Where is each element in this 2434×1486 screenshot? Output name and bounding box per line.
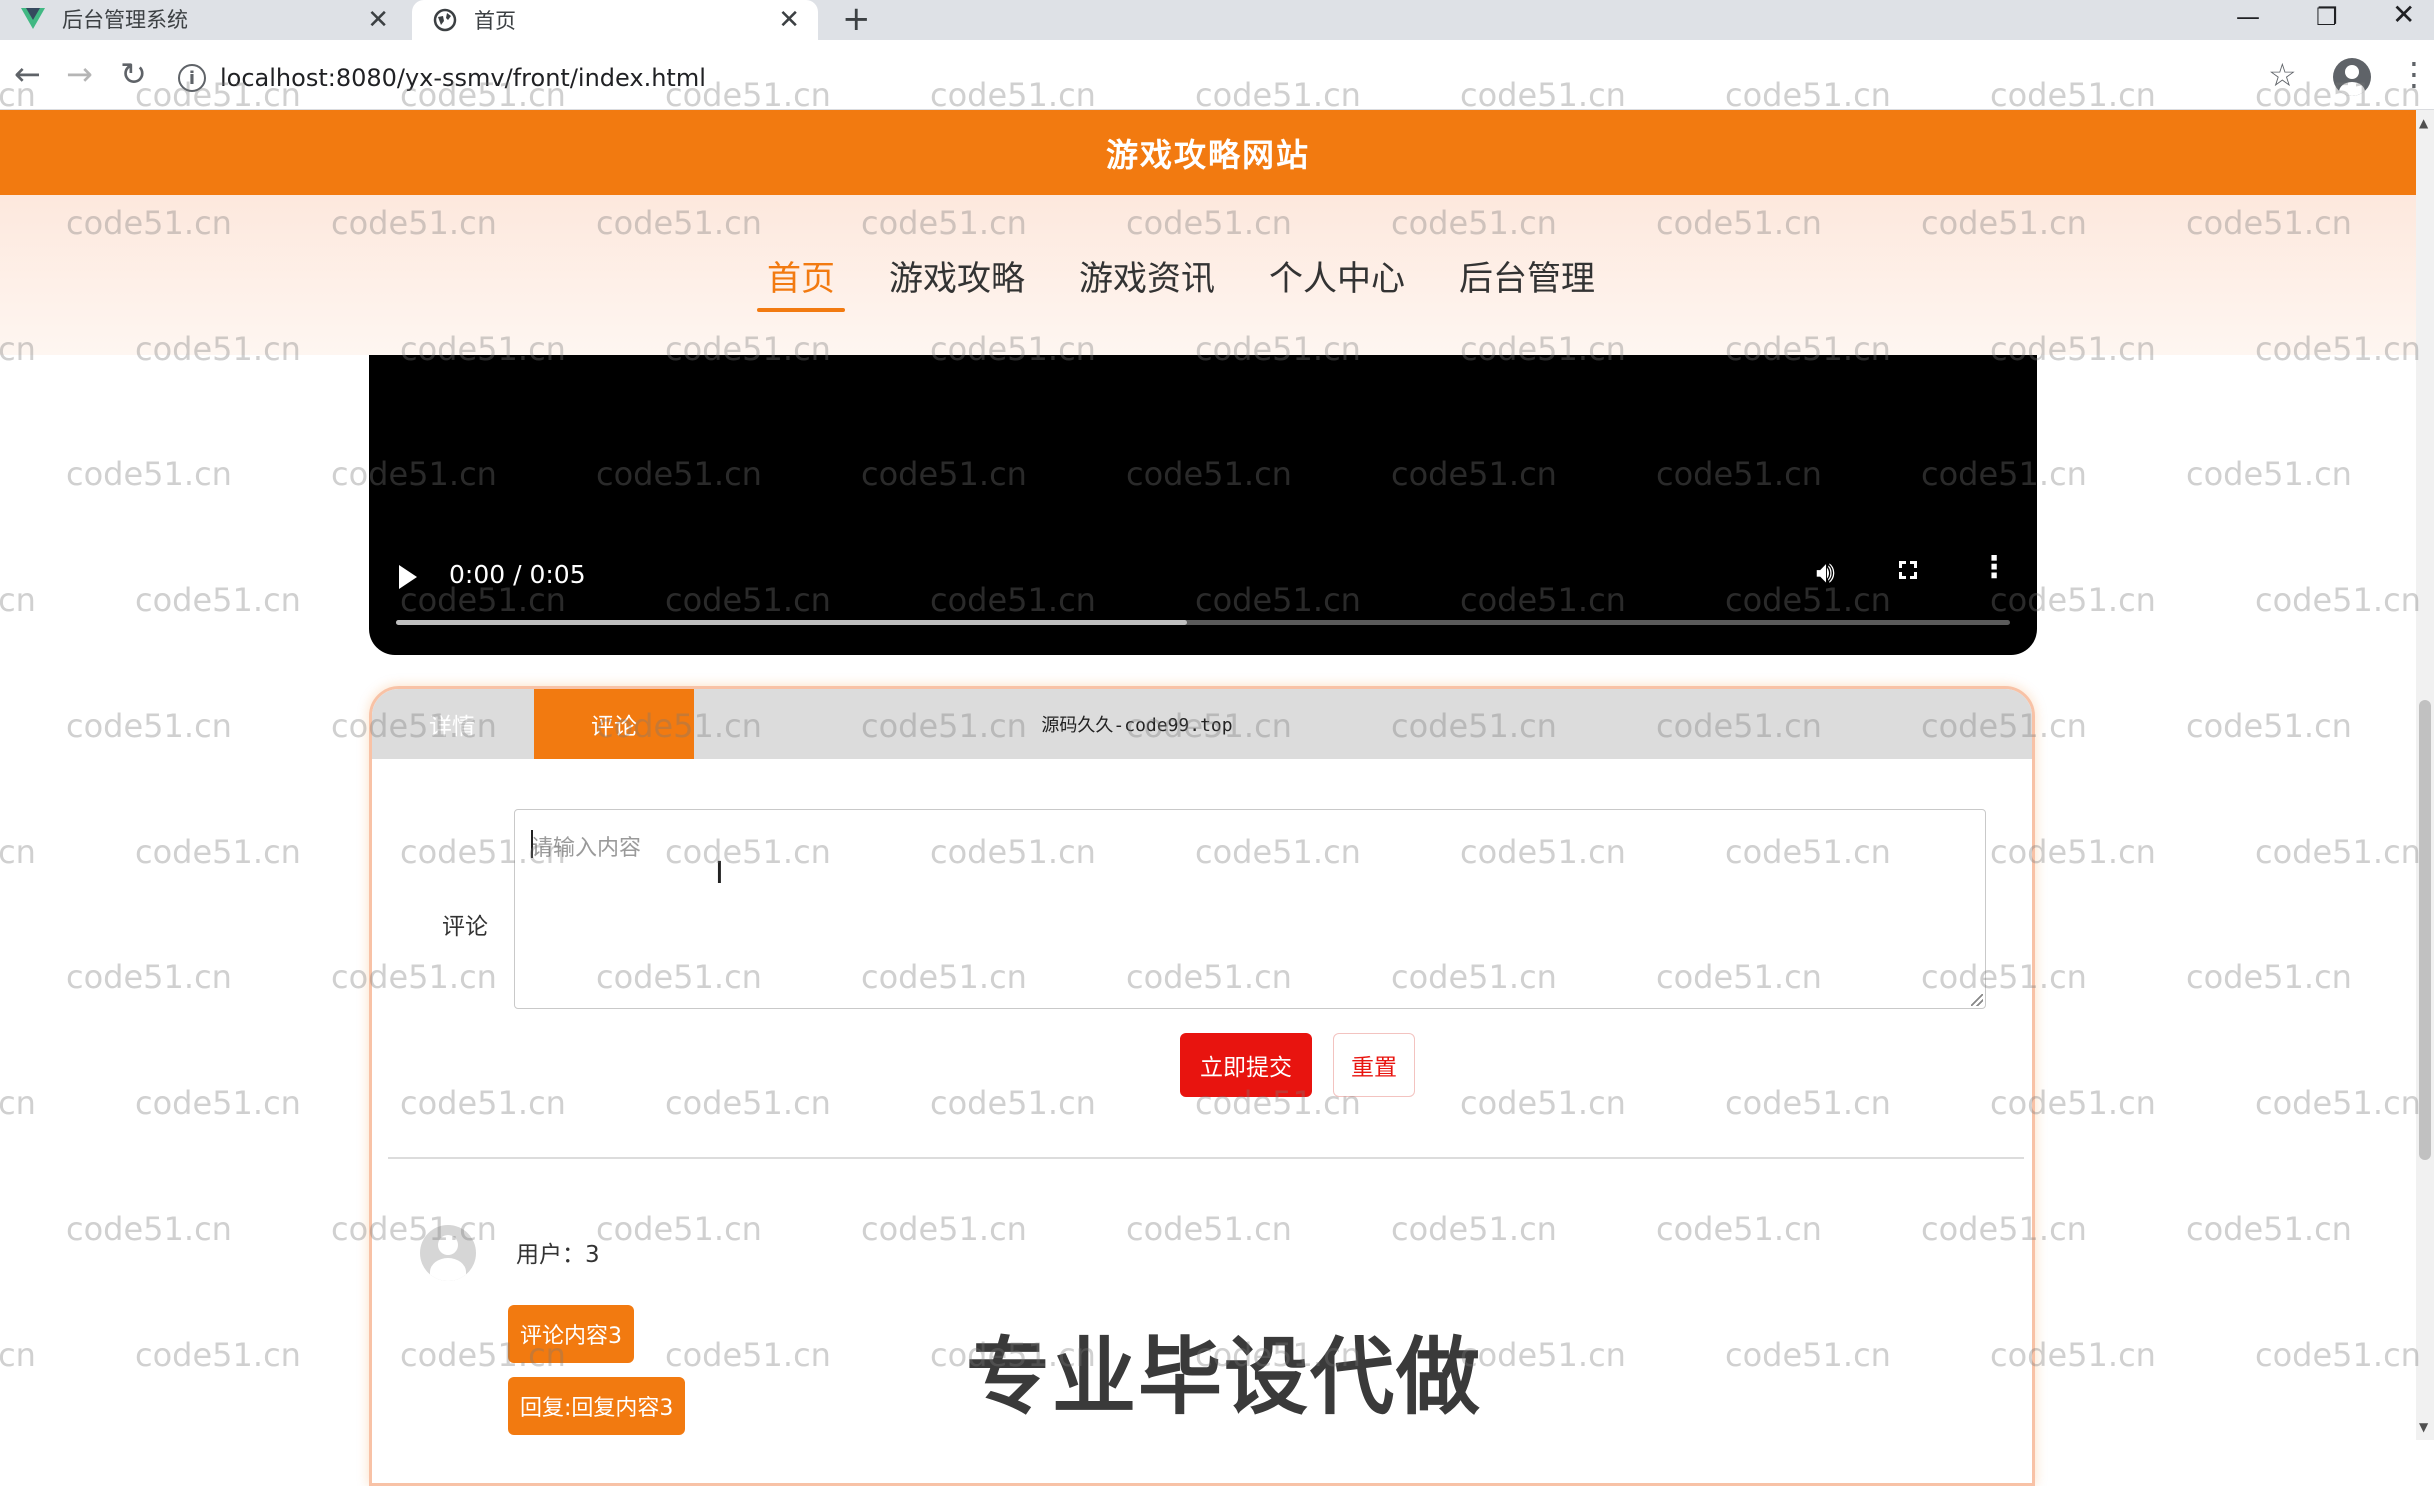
- comment-user: 用户：3: [516, 1242, 600, 1268]
- globe-icon: [432, 7, 458, 33]
- site-header: 游戏攻略网站: [0, 110, 2416, 195]
- main-nav: 首页 游戏攻略 游戏资讯 个人中心 后台管理: [0, 195, 2416, 355]
- play-icon[interactable]: [399, 565, 417, 589]
- scrollbar-thumb[interactable]: [2419, 700, 2431, 1160]
- page: 游戏攻略网站 首页 游戏攻略 游戏资讯 个人中心 后台管理 0:00 / 0:0…: [0, 110, 2416, 1486]
- detail-tabs: 详情 评论 源码久久-code99.top: [372, 689, 2032, 759]
- resize-grip-icon[interactable]: [1971, 994, 1983, 1006]
- divider: [388, 1157, 2024, 1159]
- url-text: localhost:8080/yx-ssmv/front/index.html: [220, 64, 706, 92]
- video-time: 0:00 / 0:05: [449, 560, 586, 589]
- text-cursor-icon: I: [715, 856, 724, 891]
- source-banner: 源码久久-code99.top: [1041, 715, 1233, 736]
- reset-button[interactable]: 重置: [1333, 1033, 1415, 1097]
- nav-personal-center[interactable]: 个人中心: [1267, 251, 1407, 312]
- tab-title: 首页: [474, 9, 516, 33]
- forward-icon[interactable]: →: [66, 54, 93, 94]
- submit-button[interactable]: 立即提交: [1180, 1033, 1312, 1097]
- volume-icon[interactable]: 🔊︎: [1816, 555, 1835, 590]
- comment-textarea[interactable]: 请输入内容 I: [514, 809, 1986, 1009]
- url-field[interactable]: i localhost:8080/yx-ssmv/front/index.htm…: [178, 56, 2308, 100]
- overlay-caption: 专业毕设代做: [966, 1328, 1483, 1426]
- restore-icon[interactable]: ❐: [2316, 4, 2338, 30]
- tab-detail[interactable]: 详情: [372, 689, 532, 759]
- video-progress-bar[interactable]: [396, 620, 2010, 625]
- comment-label: 评论: [442, 914, 488, 940]
- vue-logo-icon: [20, 6, 46, 32]
- nav-news[interactable]: 游戏资讯: [1077, 251, 1217, 312]
- comment-reply: 回复:回复内容3: [508, 1377, 686, 1435]
- scroll-up-icon[interactable]: ▲: [2419, 116, 2428, 130]
- minimize-icon[interactable]: —: [2236, 4, 2260, 30]
- browser-tab-bar: 后台管理系统 ✕ 首页 ✕ + — ❐ ✕: [0, 0, 2434, 40]
- comment-placeholder: 请输入内容: [531, 836, 642, 861]
- video-progress-fill: [396, 620, 1187, 625]
- new-tab-button[interactable]: +: [842, 2, 871, 36]
- close-tab-icon[interactable]: ✕: [778, 5, 800, 35]
- page-scrollbar[interactable]: ▲ ▼: [2416, 110, 2434, 1440]
- back-icon[interactable]: ←: [14, 54, 41, 94]
- profile-avatar-icon[interactable]: [2333, 58, 2371, 96]
- scroll-down-icon[interactable]: ▼: [2419, 1420, 2428, 1434]
- video-more-icon[interactable]: ⋮: [1979, 553, 2009, 583]
- bookmark-star-icon[interactable]: ☆: [2268, 56, 2297, 94]
- fullscreen-icon[interactable]: [1898, 560, 1918, 580]
- site-title: 游戏攻略网站: [1105, 135, 1310, 174]
- address-bar: ← → ↻ i localhost:8080/yx-ssmv/front/ind…: [0, 40, 2434, 110]
- browser-menu-icon[interactable]: ⋮: [2398, 54, 2430, 94]
- nav-admin[interactable]: 后台管理: [1457, 251, 1597, 312]
- close-tab-icon[interactable]: ✕: [367, 5, 389, 35]
- close-window-icon[interactable]: ✕: [2392, 1, 2415, 29]
- browser-tab-admin[interactable]: 后台管理系统 ✕: [0, 0, 407, 37]
- browser-tab-home[interactable]: 首页 ✕: [412, 0, 818, 40]
- nav-home[interactable]: 首页: [757, 251, 845, 312]
- tab-title: 后台管理系统: [62, 7, 188, 32]
- tab-comment[interactable]: 评论: [534, 689, 694, 759]
- site-info-icon[interactable]: i: [178, 64, 206, 92]
- text-caret: [531, 830, 533, 858]
- comment-content: 评论内容3: [508, 1305, 634, 1363]
- reload-icon[interactable]: ↻: [120, 54, 147, 94]
- nav-guides[interactable]: 游戏攻略: [887, 251, 1027, 312]
- user-avatar-icon: [420, 1225, 476, 1281]
- video-player[interactable]: 0:00 / 0:05 🔊︎ ⋮: [369, 355, 2037, 655]
